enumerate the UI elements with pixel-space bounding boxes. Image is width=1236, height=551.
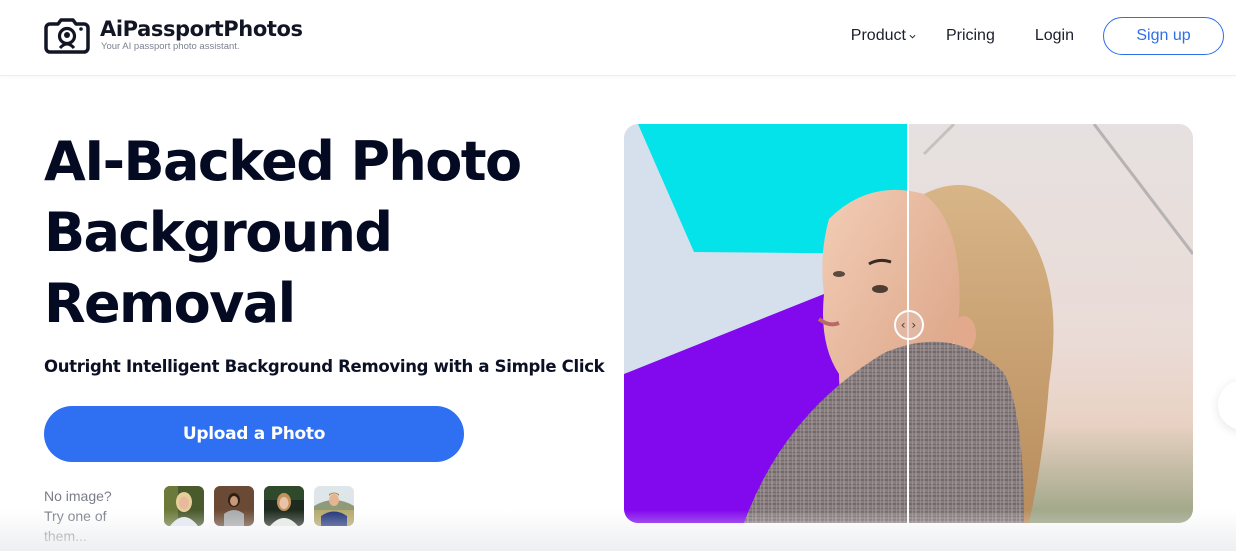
camera-logo-icon [44, 18, 90, 54]
sample-photos [164, 486, 364, 526]
sample-photo-3[interactable] [264, 486, 304, 526]
hero-title-line: Background [44, 201, 393, 264]
logo-name: AiPassportPhotos [100, 17, 303, 41]
sample-photo-image [214, 486, 254, 526]
site-header: AiPassportPhotos Your AI passport photo … [0, 0, 1236, 76]
hero-title: AI-Backed Photo Background Removal [44, 126, 564, 339]
sample-photo-image [164, 486, 204, 526]
main-nav: Product Pricing Login Sign up [851, 17, 1224, 55]
logo[interactable]: AiPassportPhotos Your AI passport photo … [44, 15, 303, 55]
carousel-next-button[interactable] [1218, 380, 1236, 430]
sample-photo-2[interactable] [214, 486, 254, 526]
hero-subtitle: Outright Intelligent Background Removing… [44, 357, 605, 376]
sample-photo-4[interactable] [314, 486, 354, 526]
left-right-arrows-icon: ‹ › [900, 318, 918, 332]
sample-photo-1[interactable] [164, 486, 204, 526]
hero-title-line: AI-Backed Photo [44, 130, 522, 193]
logo-tagline: Your AI passport photo assistant. [101, 41, 240, 52]
signup-button[interactable]: Sign up [1103, 17, 1224, 55]
hero-title-line: Removal [44, 272, 296, 335]
nav-pricing[interactable]: Pricing [946, 27, 995, 45]
chevron-down-icon [909, 34, 916, 38]
nav-product-label: Product [850, 27, 906, 44]
before-after-comparison[interactable]: ‹ › [624, 124, 1193, 523]
sample-photo-image [264, 486, 304, 526]
comparison-slider-handle[interactable]: ‹ › [894, 310, 924, 340]
nav-login[interactable]: Login [1035, 27, 1074, 45]
sample-prompt: No image? Try one of them... [44, 488, 112, 544]
nav-product[interactable]: Product [851, 27, 916, 45]
upload-photo-button[interactable]: Upload a Photo [44, 406, 464, 462]
sample-photo-image [314, 486, 354, 526]
